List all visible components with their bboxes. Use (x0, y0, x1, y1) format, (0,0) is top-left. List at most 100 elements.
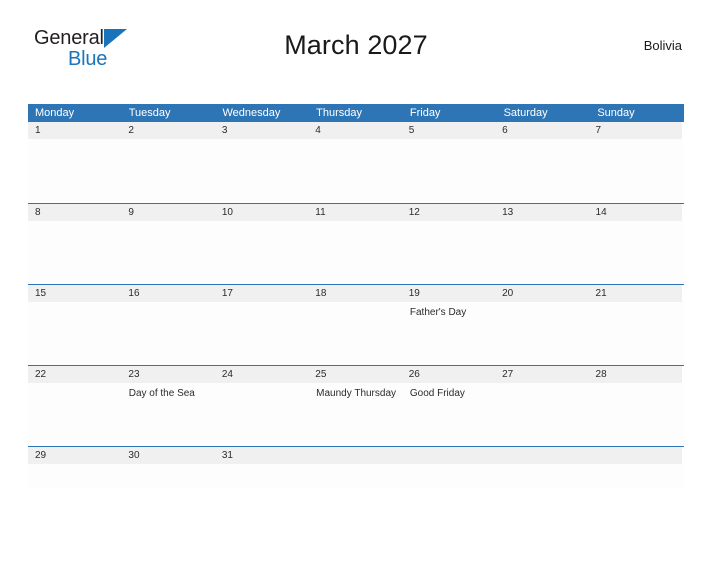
calendar-table: Monday Tuesday Wednesday Thursday Friday… (28, 104, 684, 488)
weekday-header-thursday: Thursday (316, 107, 363, 119)
day-number[interactable]: 5 (402, 122, 495, 139)
day-cell[interactable] (590, 383, 684, 446)
day-cell[interactable] (403, 221, 497, 284)
weekday-header-monday: Monday (35, 107, 75, 119)
day-number[interactable]: 29 (28, 447, 121, 464)
day-cell[interactable]: Father's Day (403, 302, 497, 365)
week-date-band: 22 23 24 25 26 27 28 (28, 366, 682, 383)
day-cell[interactable] (309, 139, 403, 202)
week-date-band: 29 30 31 (28, 447, 682, 464)
day-cell[interactable] (122, 139, 216, 202)
day-cell[interactable] (215, 139, 309, 202)
day-cell[interactable] (497, 383, 591, 446)
day-number[interactable]: 10 (215, 204, 308, 221)
day-cell[interactable]: Good Friday (403, 383, 497, 446)
day-number[interactable]: 23 (121, 366, 214, 383)
day-cell[interactable] (309, 302, 403, 365)
day-number[interactable]: 21 (589, 285, 682, 302)
day-number[interactable]: 31 (215, 447, 308, 464)
weekday-header-row: Monday Tuesday Wednesday Thursday Friday… (28, 104, 684, 122)
day-cell[interactable] (309, 464, 403, 488)
day-number[interactable]: 20 (495, 285, 588, 302)
day-cell[interactable] (403, 139, 497, 202)
day-number[interactable]: 14 (589, 204, 682, 221)
day-number[interactable]: 19 (402, 285, 495, 302)
day-number[interactable]: 25 (308, 366, 401, 383)
day-cell[interactable] (122, 221, 216, 284)
day-number[interactable]: 17 (215, 285, 308, 302)
day-cell[interactable] (590, 139, 684, 202)
day-number[interactable]: 30 (121, 447, 214, 464)
day-number[interactable]: 7 (589, 122, 682, 139)
day-cell[interactable] (403, 464, 497, 488)
calendar-week-row: 22 23 24 25 26 27 28 Day of the Sea Maundy Thurs… (28, 365, 684, 446)
week-date-band: 1234567 (28, 122, 682, 139)
day-number[interactable]: 18 (308, 285, 401, 302)
weekday-header-tuesday: Tuesday (128, 107, 171, 119)
calendar-week-row: 15 16 17 18 19 20 21 Father's Day (28, 284, 684, 365)
day-cell[interactable] (122, 464, 216, 488)
week-date-band: 8 9 10 11 12 13 14 (28, 204, 682, 221)
day-number-empty (495, 447, 588, 464)
day-number[interactable]: 2 (121, 122, 214, 139)
day-cell[interactable] (590, 302, 684, 365)
calendar-week-row: 1234567 (28, 122, 684, 203)
day-number[interactable]: 27 (495, 366, 588, 383)
day-number[interactable]: 1 (28, 122, 121, 139)
day-cell[interactable]: Maundy Thursday (309, 383, 403, 446)
day-number[interactable]: 28 (589, 366, 682, 383)
day-number-empty (402, 447, 495, 464)
calendar-page: General Blue March 2027 Bolivia Monday T… (0, 24, 712, 574)
weekday-header-sunday: Sunday (597, 107, 635, 119)
week-event-band (28, 139, 684, 202)
day-number[interactable]: 12 (402, 204, 495, 221)
country-label: Bolivia (643, 38, 682, 53)
day-cell[interactable] (215, 464, 309, 488)
day-cell[interactable] (28, 464, 122, 488)
day-cell[interactable] (28, 221, 122, 284)
day-number-empty (308, 447, 401, 464)
holiday-label: Good Friday (409, 388, 465, 399)
day-number[interactable]: 8 (28, 204, 121, 221)
day-number[interactable]: 24 (215, 366, 308, 383)
day-cell[interactable] (215, 302, 309, 365)
day-number[interactable]: 15 (28, 285, 121, 302)
day-cell[interactable] (497, 221, 591, 284)
day-cell[interactable] (215, 383, 309, 446)
day-cell[interactable] (122, 302, 216, 365)
weekday-header-saturday: Saturday (503, 107, 548, 119)
day-number[interactable]: 26 (402, 366, 495, 383)
day-cell[interactable] (497, 302, 591, 365)
day-number[interactable]: 22 (28, 366, 121, 383)
day-cell[interactable] (497, 464, 591, 488)
holiday-label: Day of the Sea (128, 388, 195, 399)
page-title: March 2027 (284, 30, 428, 60)
day-number-empty (589, 447, 682, 464)
day-cell[interactable] (590, 221, 684, 284)
day-number[interactable]: 11 (308, 204, 401, 221)
week-date-band: 15 16 17 18 19 20 21 (28, 285, 682, 302)
day-number[interactable]: 16 (121, 285, 214, 302)
day-number[interactable]: 9 (121, 204, 214, 221)
day-cell[interactable] (28, 383, 122, 446)
day-number[interactable]: 13 (495, 204, 588, 221)
day-cell[interactable]: Day of the Sea (122, 383, 216, 446)
week-event-band (28, 464, 684, 488)
day-number[interactable]: 4 (308, 122, 401, 139)
day-cell[interactable] (309, 221, 403, 284)
day-number[interactable]: 6 (495, 122, 588, 139)
day-cell[interactable] (28, 302, 122, 365)
page-header: General Blue March 2027 Bolivia (28, 24, 684, 78)
week-event-band (28, 221, 684, 284)
day-cell[interactable] (497, 139, 591, 202)
day-cell[interactable] (28, 139, 122, 202)
holiday-label: Maundy Thursday (316, 388, 397, 399)
week-event-band: Father's Day (28, 302, 684, 365)
day-cell[interactable] (590, 464, 684, 488)
weekday-header-wednesday: Wednesday (222, 107, 281, 119)
weekday-header-friday: Friday (409, 107, 441, 119)
calendar-week-row: 8 9 10 11 12 13 14 (28, 203, 684, 284)
holiday-label: Father's Day (409, 307, 467, 318)
day-cell[interactable] (215, 221, 309, 284)
day-number[interactable]: 3 (215, 122, 308, 139)
